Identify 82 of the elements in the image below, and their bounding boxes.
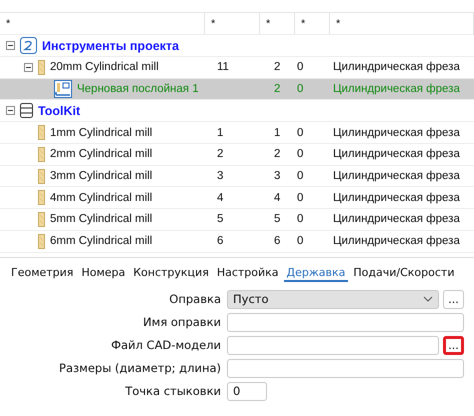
id-cell: 3 <box>217 170 224 182</box>
cylinder-icon <box>38 146 45 162</box>
filter-cell[interactable]: * <box>0 13 205 34</box>
field-label: Файл CAD-модели <box>110 338 221 352</box>
select-field[interactable]: Пусто <box>227 290 439 308</box>
tree-row[interactable]: 1mm Cylindrical mill 1 1 0 Цилиндрическая фреза <box>0 122 474 144</box>
tab[interactable]: Настройка <box>214 266 282 282</box>
id-cell: 6 <box>217 235 224 248</box>
cylinder-icon <box>38 212 45 227</box>
input-field[interactable]: 0 <box>227 382 267 400</box>
input-field[interactable] <box>227 358 464 378</box>
tree-row[interactable]: 4mm Cylindrical mill 4 4 0 Цилиндрическая фреза <box>0 187 474 210</box>
field-label: Точка стыковки <box>124 384 221 398</box>
table-cell: 2 <box>274 148 280 160</box>
field-label: Размеры (диаметр; длина) <box>58 361 221 375</box>
field-label: Имя оправки <box>142 315 221 329</box>
tab[interactable]: Подачи/Скорости <box>350 266 458 282</box>
tool-name: 5mm Cylindrical mill <box>50 213 152 226</box>
table-cell: 0 <box>297 235 304 248</box>
tree-row[interactable]: 5mm Cylindrical mill 5 5 0 Цилиндрическая фреза <box>0 209 474 231</box>
cylinder-icon <box>38 60 45 75</box>
table-cell: 0 <box>297 83 304 96</box>
filter-cell[interactable]: * <box>295 13 330 34</box>
tree-row[interactable]: 20mm Cylindrical mill 11 2 0 Цилиндрическая фреза <box>0 57 474 79</box>
table-cell: 5 <box>274 213 280 226</box>
field-label: Оправка <box>168 292 221 306</box>
tool-type: Цилиндрическая фреза <box>333 235 460 248</box>
cylinder-icon <box>38 190 45 206</box>
table-cell: 4 <box>274 192 280 204</box>
group-name[interactable]: Инструменты проекта <box>42 38 179 52</box>
id-cell: 11 <box>217 61 229 74</box>
cylinder-icon <box>38 234 45 249</box>
collapse-icon[interactable] <box>6 106 15 116</box>
tool-name: 6mm Cylindrical mill <box>50 235 152 248</box>
stack-icon <box>20 103 33 118</box>
input-field[interactable] <box>227 336 439 354</box>
id-cell: 5 <box>217 213 224 226</box>
cylinder-icon <box>38 125 45 140</box>
cylinder-icon <box>38 168 45 184</box>
tool-name: Черновая послойная 1 <box>77 83 199 96</box>
table-cell: 2 <box>274 61 280 74</box>
table-cell: 0 <box>297 192 304 204</box>
table-cell: 0 <box>297 126 304 139</box>
id-cell: 4 <box>217 192 224 204</box>
browse-button[interactable]: ... <box>443 290 464 308</box>
tool-type: Цилиндрическая фреза <box>333 83 460 96</box>
table-cell: 2 <box>274 83 280 96</box>
table-cell: 3 <box>274 170 280 182</box>
id-cell: 1 <box>217 126 224 139</box>
id-cell: 2 <box>217 148 224 160</box>
tab[interactable]: Номера <box>78 266 128 282</box>
table-cell: 0 <box>297 213 304 226</box>
tool-name: 3mm Cylindrical mill <box>50 170 152 182</box>
collapse-icon[interactable] <box>24 62 33 72</box>
browse-button[interactable]: ... <box>443 336 464 354</box>
filter-cell[interactable]: * <box>260 13 295 34</box>
table-cell: 1 <box>274 126 280 139</box>
tool-type: Цилиндрическая фреза <box>333 213 460 226</box>
filter-cell[interactable]: * <box>330 13 474 34</box>
table-cell: 6 <box>274 235 280 248</box>
tab[interactable]: Геометрия <box>8 266 76 282</box>
table-cell: 0 <box>297 61 304 74</box>
input-field[interactable] <box>227 312 464 332</box>
tool-name: 1mm Cylindrical mill <box>50 126 152 139</box>
tool-type: Цилиндрическая фреза <box>333 170 460 182</box>
tool-type: Цилиндрическая фреза <box>333 148 460 160</box>
tree-row[interactable]: 2mm Cylindrical mill 2 2 0 Цилиндрическая фреза <box>0 144 474 166</box>
tab[interactable]: Конструкция <box>130 266 212 282</box>
tab[interactable]: Державка <box>284 266 348 282</box>
group-name[interactable]: ToolKit <box>38 104 80 118</box>
tool-name: 20mm Cylindrical mill <box>50 61 159 74</box>
table-cell: 0 <box>297 170 304 182</box>
tool-type: Цилиндрическая фреза <box>333 192 460 204</box>
table-cell: 0 <box>297 148 304 160</box>
chevron-icon <box>423 296 433 302</box>
operation-icon <box>54 80 72 98</box>
filter-cell[interactable]: * <box>205 13 260 34</box>
tool-type: Цилиндрическая фреза <box>333 61 460 74</box>
tool-name: 4mm Cylindrical mill <box>50 192 152 204</box>
collapse-icon[interactable] <box>6 41 15 50</box>
tool-name: 2mm Cylindrical mill <box>50 148 152 160</box>
tool-type: Цилиндрическая фреза <box>333 126 460 139</box>
